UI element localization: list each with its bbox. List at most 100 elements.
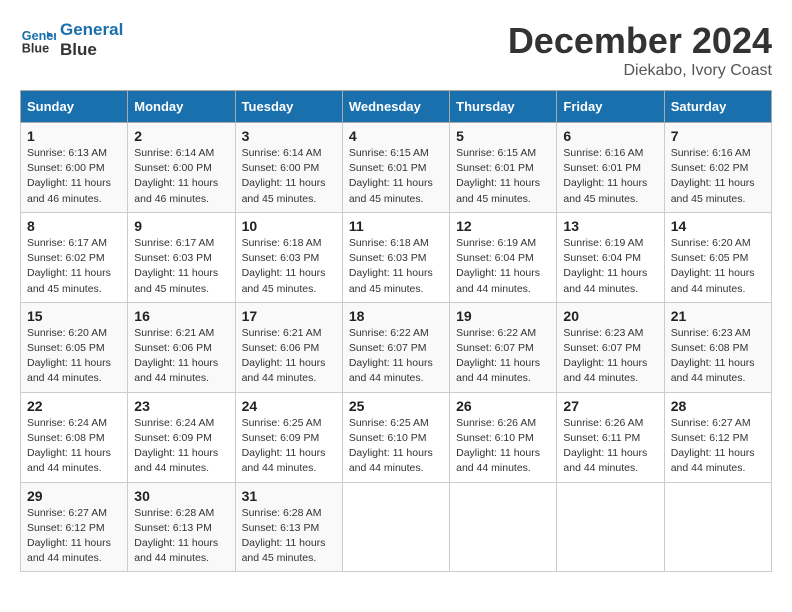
page-header: General Blue General Blue December 2024 … [20, 20, 772, 80]
day-number: 1 [27, 128, 121, 144]
day-info: Sunrise: 6:16 AM Sunset: 6:01 PM Dayligh… [563, 146, 657, 207]
day-number: 8 [27, 218, 121, 234]
main-title: December 2024 [508, 20, 772, 62]
day-info: Sunrise: 6:25 AM Sunset: 6:09 PM Dayligh… [242, 416, 336, 477]
calendar-cell: 30 Sunrise: 6:28 AM Sunset: 6:13 PM Dayli… [128, 482, 235, 572]
day-info: Sunrise: 6:23 AM Sunset: 6:08 PM Dayligh… [671, 326, 765, 387]
title-block: December 2024 Diekabo, Ivory Coast [508, 20, 772, 80]
calendar-cell [557, 482, 664, 572]
col-header-wednesday: Wednesday [342, 91, 449, 123]
calendar-cell: 17 Sunrise: 6:21 AM Sunset: 6:06 PM Dayli… [235, 302, 342, 392]
day-info: Sunrise: 6:20 AM Sunset: 6:05 PM Dayligh… [671, 236, 765, 297]
logo-blue: Blue [60, 40, 123, 60]
day-info: Sunrise: 6:27 AM Sunset: 6:12 PM Dayligh… [671, 416, 765, 477]
calendar-cell: 16Sunrise: 6:21 AM Sunset: 6:06 PM Dayli… [128, 302, 235, 392]
day-info: Sunrise: 6:15 AM Sunset: 6:01 PM Dayligh… [456, 146, 550, 207]
day-info: Sunrise: 6:14 AM Sunset: 6:00 PM Dayligh… [242, 146, 336, 207]
calendar-week-row: 22Sunrise: 6:24 AM Sunset: 6:08 PM Dayli… [21, 392, 772, 482]
day-info: Sunrise: 6:15 AM Sunset: 6:01 PM Dayligh… [349, 146, 443, 207]
calendar-cell: 3 Sunrise: 6:14 AM Sunset: 6:00 PM Daylig… [235, 123, 342, 213]
calendar-cell: 1 Sunrise: 6:13 AM Sunset: 6:00 PM Daylig… [21, 123, 128, 213]
calendar-cell: 21Sunrise: 6:23 AM Sunset: 6:08 PM Dayli… [664, 302, 771, 392]
calendar-cell [664, 482, 771, 572]
day-number: 5 [456, 128, 550, 144]
day-info: Sunrise: 6:21 AM Sunset: 6:06 PM Dayligh… [134, 326, 228, 387]
day-number: 17 [242, 308, 336, 324]
day-info: Sunrise: 6:26 AM Sunset: 6:11 PM Dayligh… [563, 416, 657, 477]
col-header-tuesday: Tuesday [235, 91, 342, 123]
calendar-cell: 2 Sunrise: 6:14 AM Sunset: 6:00 PM Daylig… [128, 123, 235, 213]
day-info: Sunrise: 6:17 AM Sunset: 6:02 PM Dayligh… [27, 236, 121, 297]
calendar-cell: 5 Sunrise: 6:15 AM Sunset: 6:01 PM Daylig… [450, 123, 557, 213]
day-info: Sunrise: 6:23 AM Sunset: 6:07 PM Dayligh… [563, 326, 657, 387]
day-info: Sunrise: 6:22 AM Sunset: 6:07 PM Dayligh… [349, 326, 443, 387]
day-number: 29 [27, 488, 121, 504]
day-number: 18 [349, 308, 443, 324]
logo-icon: General Blue [20, 22, 56, 58]
day-info: Sunrise: 6:22 AM Sunset: 6:07 PM Dayligh… [456, 326, 550, 387]
col-header-friday: Friday [557, 91, 664, 123]
day-info: Sunrise: 6:19 AM Sunset: 6:04 PM Dayligh… [563, 236, 657, 297]
calendar-cell: 27 Sunrise: 6:26 AM Sunset: 6:11 PM Dayli… [557, 392, 664, 482]
calendar-cell: 25 Sunrise: 6:25 AM Sunset: 6:10 PM Dayli… [342, 392, 449, 482]
day-number: 6 [563, 128, 657, 144]
day-number: 23 [134, 398, 228, 414]
day-number: 22 [27, 398, 121, 414]
day-number: 15 [27, 308, 121, 324]
day-info: Sunrise: 6:26 AM Sunset: 6:10 PM Dayligh… [456, 416, 550, 477]
logo: General Blue General Blue [20, 20, 123, 61]
subtitle: Diekabo, Ivory Coast [508, 62, 772, 80]
calendar-cell: 4 Sunrise: 6:15 AM Sunset: 6:01 PM Daylig… [342, 123, 449, 213]
calendar-cell: 12 Sunrise: 6:19 AM Sunset: 6:04 PM Dayli… [450, 212, 557, 302]
calendar-cell: 15Sunrise: 6:20 AM Sunset: 6:05 PM Dayli… [21, 302, 128, 392]
day-info: Sunrise: 6:21 AM Sunset: 6:06 PM Dayligh… [242, 326, 336, 387]
day-info: Sunrise: 6:27 AM Sunset: 6:12 PM Dayligh… [27, 506, 121, 567]
day-info: Sunrise: 6:17 AM Sunset: 6:03 PM Dayligh… [134, 236, 228, 297]
day-info: Sunrise: 6:28 AM Sunset: 6:13 PM Dayligh… [134, 506, 228, 567]
day-info: Sunrise: 6:25 AM Sunset: 6:10 PM Dayligh… [349, 416, 443, 477]
calendar-cell: 11Sunrise: 6:18 AM Sunset: 6:03 PM Dayli… [342, 212, 449, 302]
col-header-thursday: Thursday [450, 91, 557, 123]
calendar-cell: 8 Sunrise: 6:17 AM Sunset: 6:02 PM Daylig… [21, 212, 128, 302]
col-header-sunday: Sunday [21, 91, 128, 123]
calendar-cell: 31 Sunrise: 6:28 AM Sunset: 6:13 PM Dayli… [235, 482, 342, 572]
calendar-week-row: 8 Sunrise: 6:17 AM Sunset: 6:02 PM Daylig… [21, 212, 772, 302]
calendar-cell [450, 482, 557, 572]
calendar-cell: 13 Sunrise: 6:19 AM Sunset: 6:04 PM Dayli… [557, 212, 664, 302]
calendar-cell: 19Sunrise: 6:22 AM Sunset: 6:07 PM Dayli… [450, 302, 557, 392]
calendar-cell: 10Sunrise: 6:18 AM Sunset: 6:03 PM Dayli… [235, 212, 342, 302]
day-number: 27 [563, 398, 657, 414]
calendar-cell: 14 Sunrise: 6:20 AM Sunset: 6:05 PM Dayli… [664, 212, 771, 302]
calendar-table: SundayMondayTuesdayWednesdayThursdayFrid… [20, 90, 772, 572]
day-number: 11 [349, 218, 443, 234]
day-number: 12 [456, 218, 550, 234]
day-number: 25 [349, 398, 443, 414]
col-header-monday: Monday [128, 91, 235, 123]
logo-general: General [60, 20, 123, 40]
calendar-cell: 24 Sunrise: 6:25 AM Sunset: 6:09 PM Dayli… [235, 392, 342, 482]
calendar-cell: 23Sunrise: 6:24 AM Sunset: 6:09 PM Dayli… [128, 392, 235, 482]
day-number: 31 [242, 488, 336, 504]
day-info: Sunrise: 6:13 AM Sunset: 6:00 PM Dayligh… [27, 146, 121, 207]
day-info: Sunrise: 6:18 AM Sunset: 6:03 PM Dayligh… [242, 236, 336, 297]
col-header-saturday: Saturday [664, 91, 771, 123]
day-info: Sunrise: 6:28 AM Sunset: 6:13 PM Dayligh… [242, 506, 336, 567]
day-number: 13 [563, 218, 657, 234]
day-number: 3 [242, 128, 336, 144]
day-number: 2 [134, 128, 228, 144]
calendar-cell: 26Sunrise: 6:26 AM Sunset: 6:10 PM Dayli… [450, 392, 557, 482]
day-number: 24 [242, 398, 336, 414]
calendar-cell: 28 Sunrise: 6:27 AM Sunset: 6:12 PM Dayli… [664, 392, 771, 482]
day-info: Sunrise: 6:19 AM Sunset: 6:04 PM Dayligh… [456, 236, 550, 297]
day-info: Sunrise: 6:14 AM Sunset: 6:00 PM Dayligh… [134, 146, 228, 207]
calendar-cell: 22Sunrise: 6:24 AM Sunset: 6:08 PM Dayli… [21, 392, 128, 482]
day-number: 30 [134, 488, 228, 504]
calendar-header-row: SundayMondayTuesdayWednesdayThursdayFrid… [21, 91, 772, 123]
calendar-week-row: 15Sunrise: 6:20 AM Sunset: 6:05 PM Dayli… [21, 302, 772, 392]
day-number: 14 [671, 218, 765, 234]
day-number: 4 [349, 128, 443, 144]
day-info: Sunrise: 6:16 AM Sunset: 6:02 PM Dayligh… [671, 146, 765, 207]
calendar-cell: 7Sunrise: 6:16 AM Sunset: 6:02 PM Daylig… [664, 123, 771, 213]
calendar-cell: 18 Sunrise: 6:22 AM Sunset: 6:07 PM Dayli… [342, 302, 449, 392]
day-number: 28 [671, 398, 765, 414]
